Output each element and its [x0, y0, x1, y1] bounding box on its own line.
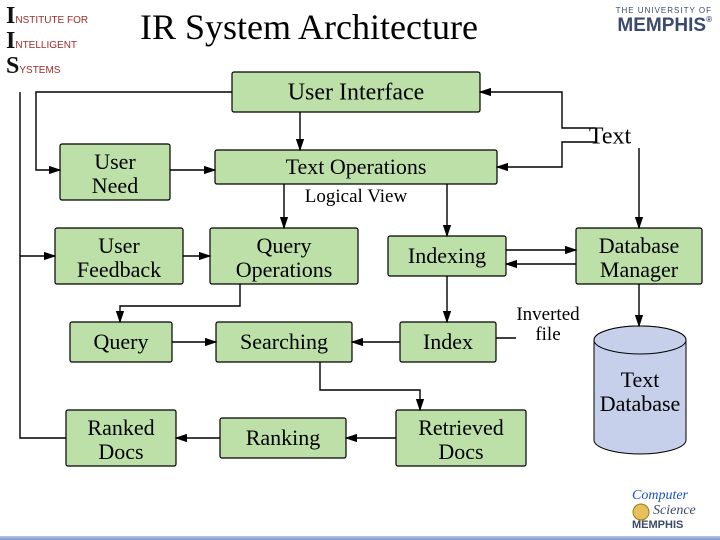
node-ranked-docs: Ranked: [87, 415, 154, 440]
svg-text:file: file: [535, 324, 560, 345]
node-text-database: Text Database: [594, 326, 686, 454]
globe-icon: [632, 503, 650, 521]
svg-text:Need: Need: [92, 173, 138, 198]
node-ranking: Ranking: [246, 425, 321, 450]
node-user-interface: User Interface: [288, 80, 425, 106]
svg-text:Docs: Docs: [438, 439, 483, 464]
architecture-diagram: User Interface Text User Need Text Opera…: [0, 60, 720, 505]
institute-logo: INSTITUTE for INTELLIGENT SYSTEMS: [6, 4, 114, 50]
node-db-manager: Database: [599, 233, 680, 258]
memphis-logo: THE UNIVERSITY OF MEMPHIS®: [572, 6, 712, 37]
node-user-need: User: [94, 149, 136, 174]
node-index: Index: [423, 329, 473, 354]
cs-memphis-badge: Computer Science MEMPHIS: [632, 490, 714, 534]
svg-text:Feedback: Feedback: [77, 257, 161, 282]
node-user-feedback: User: [98, 233, 140, 258]
footer-accent-bar: [0, 536, 720, 540]
svg-text:Manager: Manager: [600, 257, 679, 282]
node-indexing: Indexing: [408, 243, 486, 268]
node-text-operations: Text Operations: [286, 154, 427, 179]
slide-title: IR System Architecture: [140, 6, 478, 48]
node-retrieved-docs: Retrieved: [418, 415, 504, 440]
label-logical-view: Logical View: [305, 186, 408, 207]
node-query: Query: [94, 329, 149, 354]
svg-text:Operations: Operations: [236, 257, 333, 282]
node-searching: Searching: [240, 329, 328, 354]
label-inverted-file: Inverted: [516, 304, 580, 325]
svg-text:Text: Text: [621, 367, 660, 392]
node-query-operations: Query: [257, 233, 312, 258]
svg-text:Docs: Docs: [98, 439, 143, 464]
svg-text:Database: Database: [600, 391, 681, 416]
